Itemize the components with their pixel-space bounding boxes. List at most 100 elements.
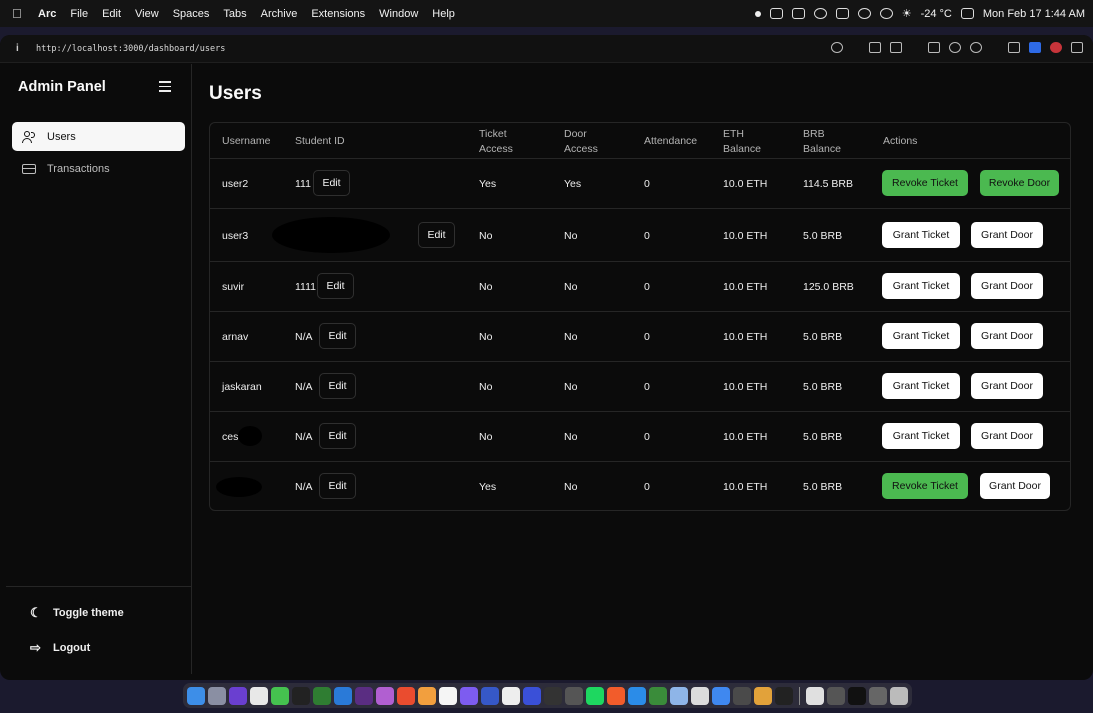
minimized-window-icon[interactable] [848, 686, 866, 705]
notion-icon[interactable] [439, 686, 457, 705]
trash-icon[interactable] [890, 686, 908, 705]
eye-icon[interactable] [857, 8, 871, 19]
minimized-window-icon[interactable] [827, 686, 845, 705]
messages-icon[interactable] [271, 686, 289, 705]
ide-icon[interactable] [628, 686, 646, 705]
app-icon[interactable] [775, 686, 793, 705]
door-access-cell: No [564, 481, 578, 493]
grant-door-button[interactable]: Grant Door [980, 473, 1050, 499]
menu-toggle-icon[interactable] [159, 81, 171, 92]
app-icon[interactable] [544, 686, 562, 705]
weather-text[interactable]: -24 °C [921, 8, 952, 20]
edit-student-id-button[interactable]: Edit [319, 423, 356, 449]
sun-icon[interactable]: ☀ [902, 7, 912, 20]
link-icon[interactable] [831, 42, 843, 53]
apple-menu-icon[interactable]:  [12, 6, 26, 21]
finder-icon[interactable] [187, 686, 205, 705]
edit-student-id-button[interactable]: Edit [319, 373, 356, 399]
revoke-ticket-button[interactable]: Revoke Ticket [882, 473, 968, 499]
bitwarden-icon[interactable] [1029, 42, 1041, 53]
clock[interactable]: Mon Feb 17 1:44 AM [983, 8, 1085, 20]
app-icon[interactable] [355, 686, 373, 705]
edit-student-id-button[interactable]: Edit [319, 323, 356, 349]
app-icon[interactable] [607, 686, 625, 705]
terminal-icon[interactable] [292, 686, 310, 705]
edit-student-id-button[interactable]: Edit [418, 222, 455, 248]
menu-spaces[interactable]: Spaces [173, 8, 210, 20]
image-icon[interactable] [835, 8, 849, 19]
edit-student-id-button[interactable]: Edit [313, 170, 350, 196]
grant-door-button[interactable]: Grant Door [971, 423, 1043, 449]
grant-ticket-button[interactable]: Grant Ticket [882, 273, 960, 299]
username-cell: ces [222, 431, 239, 443]
app-icon[interactable] [313, 686, 331, 705]
launchpad-icon[interactable] [208, 686, 226, 705]
menu-edit[interactable]: Edit [102, 8, 121, 20]
app-icon[interactable] [670, 686, 688, 705]
revoke-door-button[interactable]: Revoke Door [980, 170, 1059, 196]
url-text[interactable]: http://localhost:3000/dashboard/users [36, 44, 225, 54]
menu-extensions[interactable]: Extensions [311, 8, 365, 20]
grant-door-button[interactable]: Grant Door [971, 222, 1043, 248]
table-row: suvir 1111 Edit No No 0 10.0 ETH 125.0 B… [210, 262, 1070, 312]
revoke-ticket-button[interactable]: Revoke Ticket [882, 170, 968, 196]
crosshair-icon[interactable] [970, 42, 982, 53]
camera-icon[interactable] [890, 42, 902, 53]
logout-button[interactable]: ⇨ Logout [30, 640, 90, 656]
chrome-icon[interactable] [754, 686, 772, 705]
app-menu[interactable]: Arc [38, 8, 56, 20]
minimized-window-icon[interactable] [869, 686, 887, 705]
menu-view[interactable]: View [135, 8, 159, 20]
capture-icon[interactable] [869, 42, 881, 53]
attendance-cell: 0 [644, 230, 650, 242]
books-icon[interactable] [418, 686, 436, 705]
battery-icon[interactable] [769, 8, 783, 19]
student-id-cell: N/A [295, 331, 313, 343]
grant-ticket-button[interactable]: Grant Ticket [882, 373, 960, 399]
app-icon[interactable] [250, 686, 268, 705]
play-icon[interactable] [813, 8, 827, 19]
app-icon[interactable] [376, 686, 394, 705]
grant-door-button[interactable]: Grant Door [971, 323, 1043, 349]
app-icon[interactable] [229, 686, 247, 705]
site-info-icon[interactable]: i [16, 43, 34, 54]
menu-help[interactable]: Help [432, 8, 455, 20]
app-icon[interactable] [565, 686, 583, 705]
ublock-icon[interactable] [1050, 42, 1062, 53]
sidebar-item-users[interactable]: Users [12, 122, 185, 151]
grant-door-button[interactable]: Grant Door [971, 373, 1043, 399]
split-view-icon[interactable] [1071, 42, 1083, 53]
spotify-icon[interactable] [586, 686, 604, 705]
edit-student-id-button[interactable]: Edit [317, 273, 354, 299]
grant-ticket-button[interactable]: Grant Ticket [882, 323, 960, 349]
grant-ticket-button[interactable]: Grant Ticket [882, 222, 960, 248]
app-icon[interactable] [733, 686, 751, 705]
app-status-icon[interactable] [791, 8, 805, 19]
key-icon[interactable] [879, 8, 893, 19]
control-center-icon[interactable] [960, 8, 974, 19]
edit-student-id-button[interactable]: Edit [319, 473, 356, 499]
app-icon[interactable] [481, 686, 499, 705]
menu-file[interactable]: File [70, 8, 88, 20]
vscode-icon[interactable] [334, 686, 352, 705]
app-icon[interactable] [523, 686, 541, 705]
app-icon[interactable] [691, 686, 709, 705]
sidebar-item-transactions[interactable]: Transactions [12, 154, 185, 183]
url-bar[interactable]: i http://localhost:3000/dashboard/users [0, 35, 1093, 63]
chatgpt-icon[interactable] [502, 686, 520, 705]
terminal-icon[interactable] [928, 42, 940, 53]
safari-icon[interactable] [712, 686, 730, 705]
extensions-icon[interactable] [1008, 42, 1020, 53]
app-icon[interactable] [460, 686, 478, 705]
globe-icon[interactable] [949, 42, 961, 53]
grant-ticket-button[interactable]: Grant Ticket [882, 423, 960, 449]
toggle-theme-button[interactable]: ☾ Toggle theme [30, 605, 124, 621]
menu-archive[interactable]: Archive [261, 8, 298, 20]
menu-tabs[interactable]: Tabs [223, 8, 246, 20]
menu-window[interactable]: Window [379, 8, 418, 20]
minimized-window-icon[interactable] [806, 686, 824, 705]
app-icon[interactable] [649, 686, 667, 705]
ticket-access-cell: No [479, 381, 493, 393]
grant-door-button[interactable]: Grant Door [971, 273, 1043, 299]
figma-icon[interactable] [397, 686, 415, 705]
